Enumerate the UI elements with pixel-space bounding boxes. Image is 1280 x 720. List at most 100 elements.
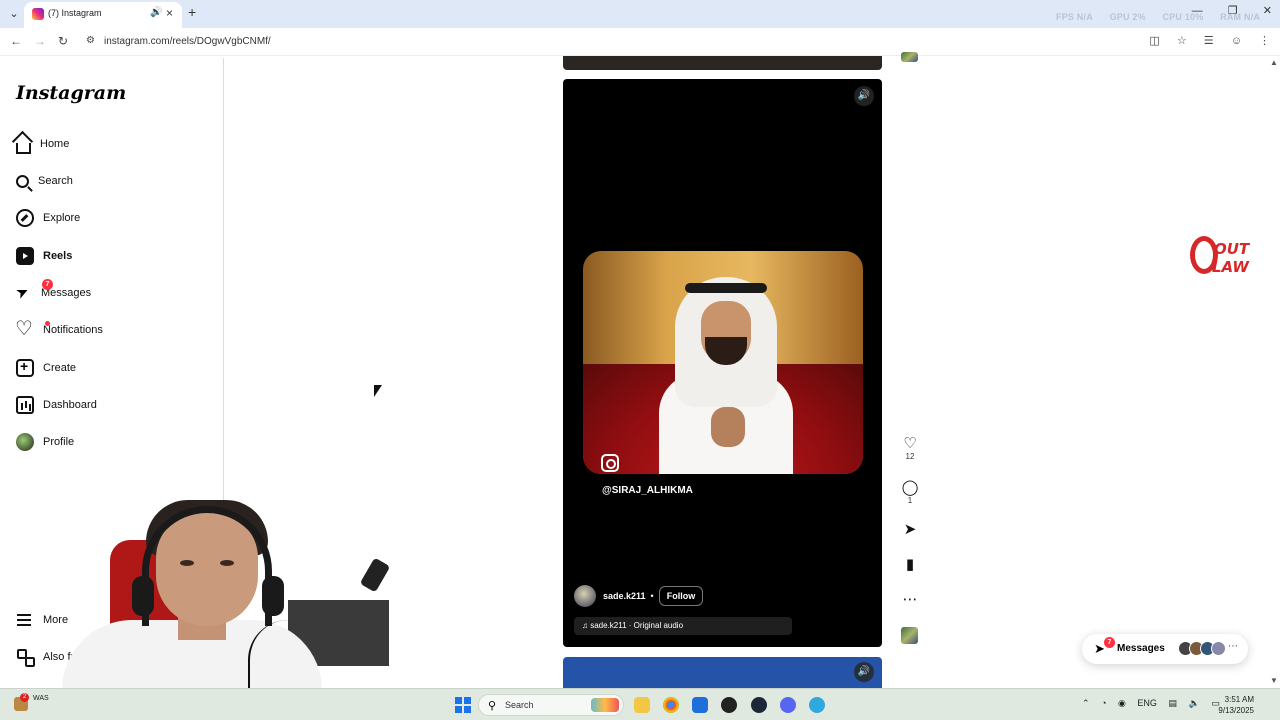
reload-icon[interactable]: ↻: [58, 34, 68, 48]
browser-app-icon[interactable]: [809, 697, 825, 713]
instagram-favicon-icon: [32, 8, 44, 20]
back-arrow-icon[interactable]: ←: [10, 34, 22, 48]
store-icon[interactable]: [692, 697, 708, 713]
taskbar-search[interactable]: ⚲ Search: [478, 694, 624, 716]
taskbar-clock[interactable]: 3:51 AM 9/13/2025: [1212, 694, 1254, 716]
sidebar-item-explore[interactable]: Explore: [16, 206, 80, 230]
steam-icon[interactable]: [751, 697, 767, 713]
follow-button[interactable]: Follow: [658, 586, 704, 606]
comment-icon[interactable]: ◯: [897, 480, 923, 496]
tray-app-icon[interactable]: ◔: [1101, 698, 1106, 708]
browser-tab-instagram[interactable]: (7) Instagram 🔊 ×: [24, 2, 182, 28]
instagram-logo[interactable]: Instagram: [16, 82, 126, 104]
tab-list-chevron-icon[interactable]: ⌄: [4, 4, 24, 24]
more-dots-icon[interactable]: ⋯: [897, 592, 923, 608]
microphone-icon[interactable]: ◉: [1118, 698, 1126, 708]
tab-audio-icon[interactable]: 🔊: [150, 7, 162, 18]
restore-icon[interactable]: ❐: [1228, 5, 1238, 17]
reel-player[interactable]: 🔊 @SIRAJ_ALHIKMA sade.k211 • Follow ♫ sa…: [563, 79, 882, 647]
original-audio-link[interactable]: ♫ sade.k211 · Original audio: [574, 617, 792, 635]
reel-video-frame[interactable]: [583, 251, 863, 474]
site-info-icon[interactable]: ⚙: [86, 35, 95, 46]
comment-action[interactable]: ◯ 1: [897, 480, 923, 506]
volume-icon[interactable]: 🔊: [854, 86, 874, 106]
volume-icon[interactable]: 🔊: [854, 662, 874, 682]
avatar-icon: [16, 433, 34, 451]
browser-menu-icon[interactable]: ⋮: [1259, 35, 1270, 47]
new-tab-plus-icon[interactable]: +: [188, 4, 196, 20]
volume-tray-icon[interactable]: 🔈: [1188, 698, 1199, 708]
search-icon: [16, 174, 29, 188]
avatar: [1211, 641, 1226, 656]
heart-icon[interactable]: ♡: [897, 436, 923, 452]
sidebar-item-notifications[interactable]: Notifications: [15, 316, 103, 342]
file-explorer-icon[interactable]: [634, 697, 650, 713]
author-username[interactable]: sade.k211: [603, 591, 646, 601]
language-indicator[interactable]: ENG: [1137, 698, 1157, 708]
close-window-icon[interactable]: ✕: [1263, 5, 1272, 17]
sidebar-item-home[interactable]: Home: [16, 132, 69, 156]
media-controls-icon[interactable]: ☰: [1204, 35, 1214, 47]
more-action[interactable]: ⋯: [897, 592, 923, 608]
url-input[interactable]: instagram.com/reels/DOgwVgbCNMf/: [104, 36, 271, 47]
discord-icon[interactable]: [780, 697, 796, 713]
save-action[interactable]: ▮: [897, 557, 923, 573]
browser-tab-bar: ⌄ (7) Instagram 🔊 × + FPS N/A GPU 2% CPU…: [0, 0, 1280, 28]
plus-icon: [16, 358, 34, 377]
previous-audio-thumb[interactable]: [901, 52, 918, 62]
tray-chevron-icon[interactable]: ⌃: [1082, 698, 1090, 708]
previous-reel[interactable]: [563, 56, 882, 70]
sidebar-item-label: Profile: [43, 436, 75, 448]
windows-start-icon[interactable]: [455, 697, 471, 713]
clock-time: 3:51 AM: [1224, 695, 1254, 704]
audio-thumb[interactable]: [901, 627, 918, 644]
chrome-icon[interactable]: [663, 697, 679, 713]
fps-stat: FPS N/A: [1056, 12, 1093, 22]
bookmark-icon[interactable]: ▮: [897, 557, 923, 573]
author-separator: •: [650, 591, 654, 601]
install-app-icon[interactable]: ◫: [1149, 35, 1159, 47]
bookmark-star-icon[interactable]: ☆: [1177, 35, 1187, 47]
search-icon: ⚲: [488, 700, 497, 712]
profile-icon[interactable]: ☺: [1231, 35, 1242, 47]
video-watermark-handle: @SIRAJ_ALHIKMA: [602, 485, 693, 496]
share-action[interactable]: ➤: [897, 522, 923, 538]
app-icon[interactable]: [721, 697, 737, 713]
sidebar-item-reels[interactable]: Reels: [16, 244, 72, 268]
taskbar-app-label: WAS: [33, 695, 49, 702]
sidebar-item-search[interactable]: Search: [16, 169, 73, 193]
sidebar-item-label: Reels: [43, 250, 73, 262]
tab-close-icon[interactable]: ×: [166, 6, 173, 20]
send-icon[interactable]: ➤: [897, 522, 923, 538]
messages-label: Messages: [1117, 643, 1165, 654]
reel-author-row: sade.k211 • Follow: [574, 585, 704, 607]
minimize-icon[interactable]: —: [1192, 5, 1203, 17]
messages-floating-button[interactable]: ➤ 7 Messages ⋯: [1082, 634, 1248, 664]
network-icon[interactable]: ▤: [1168, 698, 1177, 708]
sidebar-item-messages[interactable]: Messages 7: [16, 279, 91, 305]
messages-badge: 7: [1104, 637, 1115, 648]
scroll-up-arrow-icon[interactable]: ▲: [1270, 58, 1278, 67]
sidebar-item-label: Dashboard: [43, 399, 97, 411]
scroll-down-arrow-icon[interactable]: ▼: [1270, 676, 1278, 685]
outlaw-logo: OUT LAW: [1190, 234, 1260, 284]
dashboard-icon: [16, 396, 34, 414]
tab-title: (7) Instagram: [48, 8, 102, 18]
sidebar-item-label: Create: [43, 362, 77, 374]
forward-arrow-icon[interactable]: →: [34, 34, 46, 48]
address-bar-actions: ◫ ☆ ☰ ☺ ⋮: [1135, 34, 1270, 47]
window-controls: — ❐ ✕: [1170, 4, 1272, 17]
sidebar-item-label: Notifications: [43, 324, 103, 336]
sidebar-item-create[interactable]: Create: [16, 356, 76, 380]
send-icon: [16, 285, 32, 301]
sidebar-item-label: Search: [38, 175, 73, 187]
like-action[interactable]: ♡ 12: [897, 436, 923, 462]
sidebar-item-dashboard[interactable]: Dashboard: [16, 393, 97, 417]
author-avatar[interactable]: [574, 585, 596, 607]
heart-icon: [15, 316, 34, 341]
compass-icon: [16, 209, 34, 227]
streamer-webcam-overlay: [0, 480, 389, 690]
sidebar-item-profile[interactable]: Profile: [16, 430, 74, 454]
sidebar-item-label: Home: [40, 138, 70, 150]
next-reel[interactable]: 🔊: [563, 657, 882, 688]
